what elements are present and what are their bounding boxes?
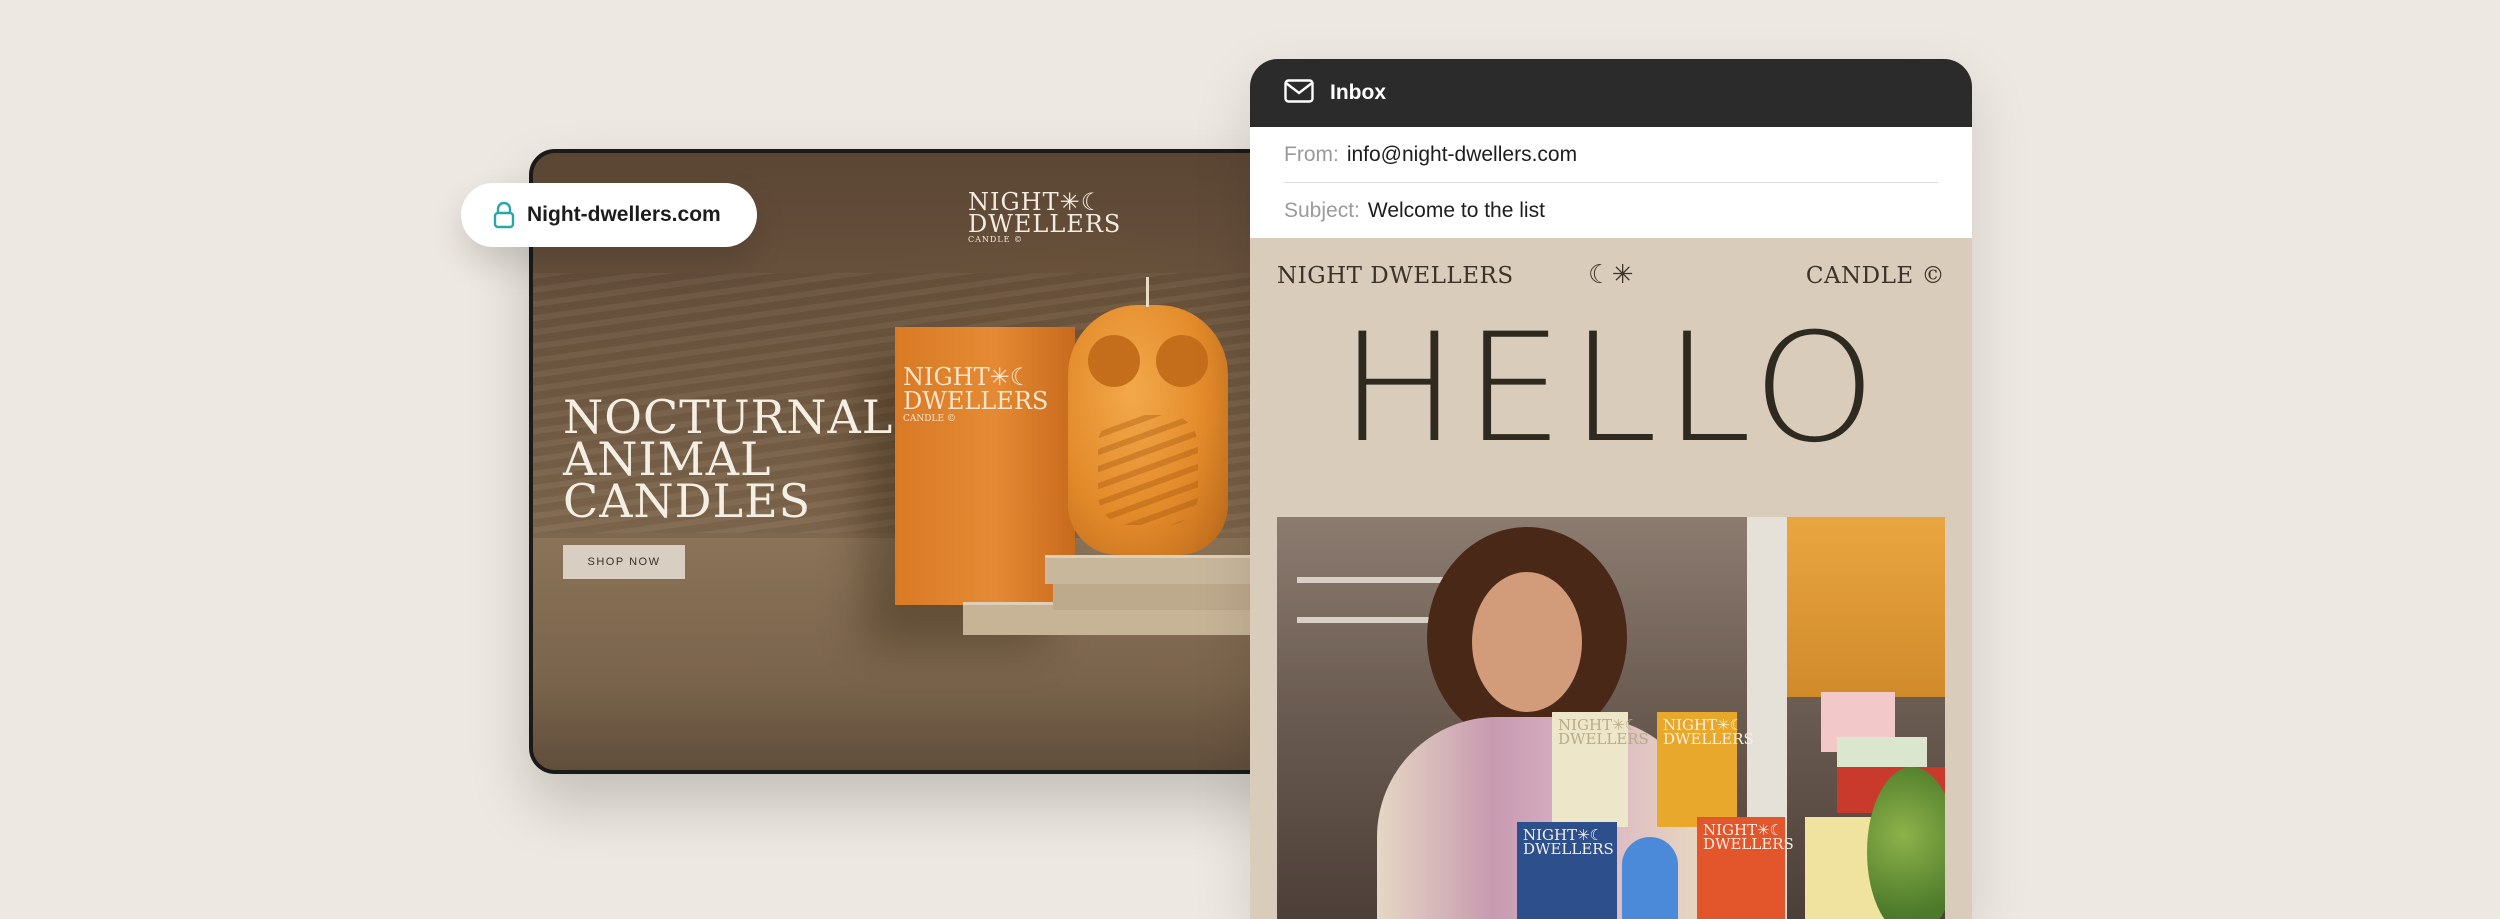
from-label: From: (1284, 142, 1339, 166)
email-brand-row: NIGHT DWELLERS ☾✳ CANDLE © (1250, 238, 1972, 312)
product-box-logo-line1: NIGHT✳☾ (903, 363, 1032, 391)
url-bar[interactable]: Night-dwellers.com (461, 183, 757, 247)
stone-slab (1045, 555, 1285, 584)
email-header: Inbox (1250, 59, 1972, 127)
candle-wick (1146, 277, 1149, 307)
hero-title: NOCTURNAL ANIMAL CANDLES (563, 390, 894, 528)
owl-eye (1088, 335, 1140, 387)
owl-candle-image (1068, 277, 1228, 555)
email-hero-photo: NIGHT✳☾ DWELLERS NIGHT✳☾ DWELLERS NIGHT✳… (1277, 517, 1945, 919)
email-headline: HELLO (1339, 302, 1883, 476)
url-text: Night-dwellers.com (527, 203, 721, 226)
shop-now-button[interactable]: SHOP NOW (563, 545, 685, 579)
from-value[interactable]: info@night-dwellers.com (1347, 143, 1577, 167)
email-preview: Inbox From: info@night-dwellers.com Subj… (1250, 59, 1972, 919)
brand-name: NIGHT DWELLERS (1277, 263, 1514, 289)
from-row: From: info@night-dwellers.com (1284, 127, 1938, 182)
brand-candle-mark: CANDLE © (1805, 263, 1945, 289)
subject-value: Welcome to the list (1367, 198, 1545, 222)
candle-box: NIGHT✳☾ DWELLERS (1697, 817, 1794, 919)
site-logo[interactable]: NIGHT✳☾ DWELLERS CANDLE © (968, 190, 1122, 245)
owl-eye (1156, 335, 1208, 387)
subject-row: Subject: Welcome to the list (1284, 182, 1938, 238)
person-face (1472, 572, 1582, 712)
moon-star-icon: ☾✳ (1588, 260, 1635, 290)
owl-pattern (1098, 415, 1198, 525)
product-box-logo-line2: DWELLERS (903, 387, 1049, 415)
mail-icon (1284, 78, 1314, 108)
candle-box: NIGHT✳☾ DWELLERS (1657, 712, 1754, 827)
subject-label: Subject: (1284, 198, 1360, 222)
inbox-title: Inbox (1330, 81, 1386, 104)
owl-candle (1622, 837, 1678, 919)
candle-box: NIGHT✳☾ DWELLERS (1552, 712, 1649, 827)
candle-box: NIGHT✳☾ DWELLERS (1517, 822, 1617, 919)
product-box-logo: NIGHT✳☾ DWELLERS CANDLE © (903, 365, 1048, 425)
email-meta: From: info@night-dwellers.com Subject: W… (1250, 127, 1972, 238)
lock-icon (493, 201, 515, 229)
site-logo-line2: DWELLERS (968, 210, 1122, 238)
